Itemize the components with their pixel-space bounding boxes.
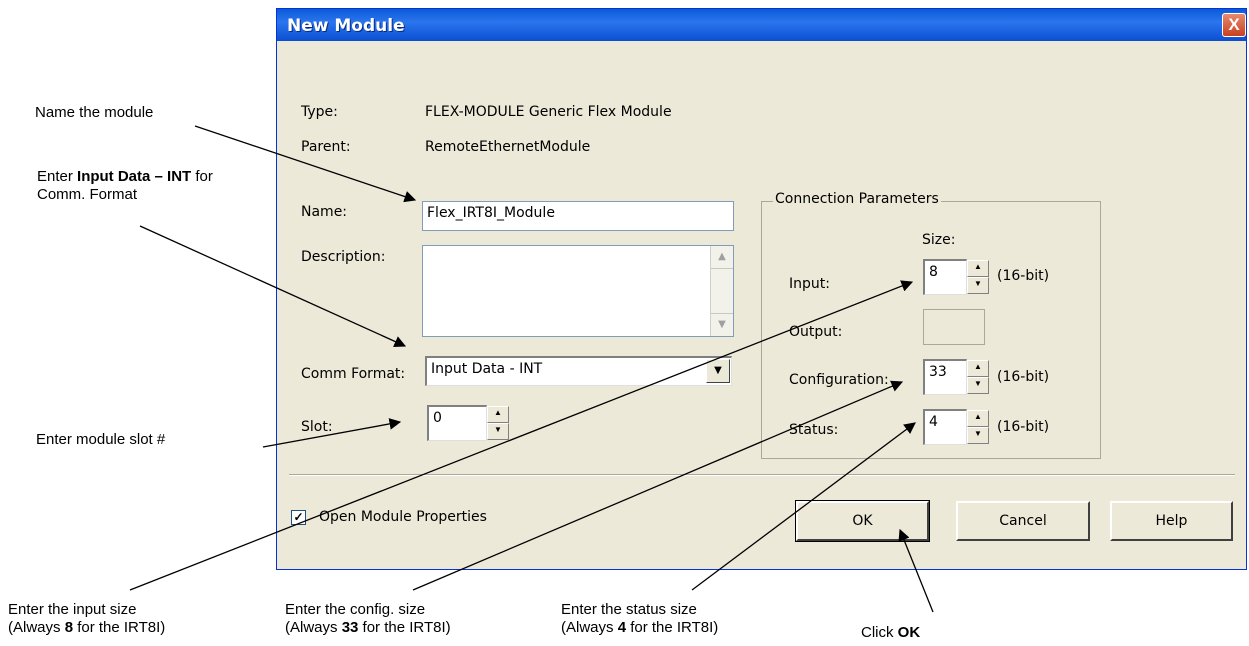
- note-config-l2-prefix: (Always: [285, 619, 342, 636]
- note-input: Enter the input size (Always 8 for the I…: [8, 601, 165, 637]
- note-comm-line2: Comm. Format: [37, 186, 138, 203]
- arrow-comm-format: [139, 225, 407, 347]
- note-status: Enter the status size (Always 4 for the …: [561, 601, 718, 637]
- note-status-l2-prefix: (Always: [561, 619, 618, 636]
- note-config: Enter the config. size (Always 33 for th…: [285, 601, 451, 637]
- note-config-l2-bold: 33: [341, 619, 359, 636]
- note-status-l2-bold: 4: [617, 619, 627, 636]
- annotation-arrows: [129, 125, 934, 613]
- note-ok-bold: OK: [897, 624, 921, 641]
- arrow-configuration: [412, 380, 904, 591]
- note-ok: Click OK: [861, 624, 920, 642]
- note-status-line1: Enter the status size: [561, 601, 697, 618]
- note-input-line1: Enter the input size: [8, 601, 137, 618]
- note-comm-prefix: Enter: [37, 168, 78, 185]
- arrow-ok: [898, 528, 934, 613]
- note-comm-suffix: for: [191, 168, 213, 185]
- note-config-l2-suffix: for the IRT8I): [358, 619, 451, 636]
- note-input-l2-suffix: for the IRT8I): [73, 619, 166, 636]
- note-input-l2-bold: 8: [64, 619, 74, 636]
- arrow-status: [691, 422, 916, 591]
- note-comm-format: Enter Input Data – INT for Comm. Format: [37, 168, 213, 204]
- note-name: Name the module: [35, 104, 154, 121]
- note-ok-prefix: Click: [861, 624, 898, 641]
- note-comm-bold: Input Data – INT: [77, 168, 192, 185]
- note-slot: Enter module slot #: [36, 431, 166, 448]
- note-input-l2-prefix: (Always: [8, 619, 65, 636]
- note-config-line1: Enter the config. size: [285, 601, 426, 618]
- arrow-name: [194, 125, 417, 203]
- note-status-l2-suffix: for the IRT8I): [626, 619, 719, 636]
- arrow-slot: [262, 418, 402, 448]
